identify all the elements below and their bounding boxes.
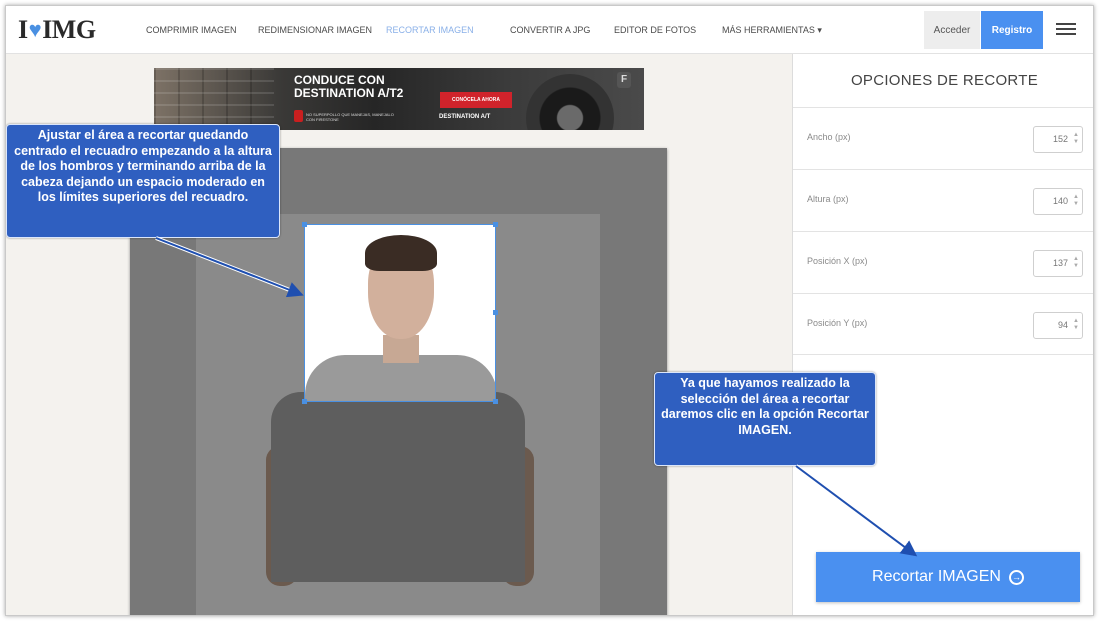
- field-pos-x-label: Posición X (px): [807, 256, 868, 266]
- ad-cta-button[interactable]: CONÓCELA AHORA: [440, 92, 512, 108]
- instruction-callout-left: Ajustar el área a recortar quedando cent…: [6, 124, 280, 238]
- ad-fine-print: NO SUPERPOLLO QUE MANEJAS, MANEJALO CON …: [306, 112, 394, 122]
- spinner-icon[interactable]: ▲ ▼: [1073, 194, 1079, 208]
- nav-photo-editor[interactable]: EDITOR DE FOTOS: [614, 6, 696, 54]
- height-value: 140: [1052, 196, 1068, 206]
- crop-handle-right[interactable]: [493, 310, 498, 315]
- height-input[interactable]: 140 ▲ ▼: [1033, 188, 1083, 215]
- pos-x-value: 137: [1052, 258, 1068, 268]
- nav-crop[interactable]: RECORTAR IMAGEN: [386, 6, 474, 54]
- field-pos-y: Posición Y (px) 94 ▲ ▼: [793, 293, 1093, 355]
- pos-y-input[interactable]: 94 ▲ ▼: [1033, 312, 1083, 339]
- app-window: I ♥ IMG COMPRIMIR IMAGEN REDIMENSIONAR I…: [5, 5, 1094, 616]
- firestone-logo-icon: [294, 110, 303, 122]
- field-height: Altura (px) 140 ▲ ▼: [793, 169, 1093, 231]
- person-torso: [271, 392, 525, 582]
- instruction-callout-right: Ya que hayamos realizado la selección de…: [654, 372, 876, 466]
- ad-background-image: [154, 68, 274, 130]
- ad-brand: DESTINATION A/T: [439, 114, 491, 120]
- hamburger-icon[interactable]: [1056, 20, 1076, 40]
- nav-convert-jpg[interactable]: CONVERTIR A JPG: [510, 6, 590, 54]
- nav-more-tools[interactable]: MÁS HERRAMIENTAS ▾: [722, 6, 822, 54]
- crop-handle-top-left[interactable]: [302, 222, 307, 227]
- field-pos-y-label: Posición Y (px): [807, 318, 868, 328]
- field-height-label: Altura (px): [807, 194, 849, 204]
- ilovimg-logo[interactable]: I ♥ IMG: [18, 15, 96, 44]
- width-value: 152: [1052, 134, 1068, 144]
- ad-headline: CONDUCE CON DESTINATION A/T2: [294, 73, 404, 100]
- crop-handle-top-right[interactable]: [493, 222, 498, 227]
- person-hair: [365, 235, 437, 271]
- field-width-label: Ancho (px): [807, 132, 851, 142]
- spinner-icon[interactable]: ▲ ▼: [1073, 132, 1079, 146]
- tire-image: [526, 74, 614, 130]
- crop-button-label: Recortar IMAGEN: [872, 568, 1001, 585]
- top-navbar: I ♥ IMG COMPRIMIR IMAGEN REDIMENSIONAR I…: [6, 6, 1093, 54]
- pos-y-value: 94: [1057, 320, 1068, 330]
- person-neck: [383, 335, 419, 363]
- crop-selection[interactable]: [304, 224, 496, 402]
- spinner-icon[interactable]: ▲ ▼: [1073, 256, 1079, 270]
- crop-options-panel: OPCIONES DE RECORTE Ancho (px) 152 ▲ ▼ Al…: [792, 54, 1093, 615]
- nav-compress[interactable]: COMPRIMIR IMAGEN: [146, 6, 237, 54]
- firestone-f-icon: F: [617, 72, 631, 88]
- logo-i: I: [18, 15, 28, 44]
- heart-icon: ♥: [28, 17, 42, 42]
- crop-handle-bottom-right[interactable]: [493, 399, 498, 404]
- pos-x-input[interactable]: 137 ▲ ▼: [1033, 250, 1083, 277]
- ad-banner[interactable]: CONDUCE CON DESTINATION A/T2 NO SUPERPOL…: [154, 68, 644, 130]
- field-width: Ancho (px) 152 ▲ ▼: [793, 107, 1093, 169]
- login-button[interactable]: Acceder: [924, 11, 980, 49]
- panel-title: OPCIONES DE RECORTE: [850, 72, 1039, 89]
- width-input[interactable]: 152 ▲ ▼: [1033, 126, 1083, 153]
- crop-image-button[interactable]: Recortar IMAGEN →: [816, 552, 1080, 602]
- nav-resize[interactable]: REDIMENSIONAR IMAGEN: [258, 6, 372, 54]
- spinner-icon[interactable]: ▲ ▼: [1073, 318, 1079, 332]
- field-pos-x: Posición X (px) 137 ▲ ▼: [793, 231, 1093, 293]
- crop-handle-bottom-left[interactable]: [302, 399, 307, 404]
- arrow-right-circle-icon: →: [1008, 569, 1024, 585]
- register-button[interactable]: Registro: [981, 11, 1043, 49]
- logo-img: IMG: [42, 15, 96, 44]
